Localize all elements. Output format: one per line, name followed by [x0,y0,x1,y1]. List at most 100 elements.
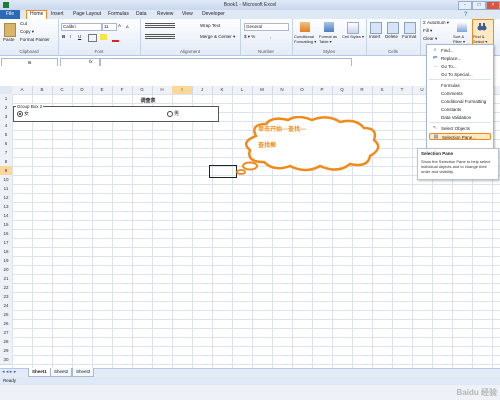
column-header-h[interactable]: H [152,86,173,94]
row-header-30[interactable]: 30 [0,355,12,365]
clear-button[interactable]: Clear ▾ [423,36,437,42]
active-cell[interactable] [209,165,237,178]
close-button[interactable]: × [486,1,500,10]
help-icon[interactable]: ? [464,12,467,18]
radio-female-label[interactable]: 女 [24,110,29,117]
find-select-button[interactable]: Find & Select ▾ [473,34,491,44]
column-header-f[interactable]: F [112,86,133,94]
column-header-a[interactable]: A [12,86,33,94]
column-header-l[interactable]: L [232,86,253,94]
font-label: Font [94,49,104,54]
menu-item-find[interactable]: ⌕ Find... [429,47,491,54]
menu-item-formulas[interactable]: Formulas [429,82,491,89]
tab-file[interactable]: File [0,10,20,19]
format-table-button[interactable]: Format as Table ▾ [319,34,341,44]
column-header-p[interactable]: P [312,86,333,94]
sort-filter-icon[interactable] [457,22,467,32]
menu-item-goto-special[interactable]: Go To Special... [429,71,491,78]
sheet-nav-arrows[interactable]: ◂ ◂ ▸ ▸ [2,369,16,375]
column-header-d[interactable]: D [72,86,93,94]
wrap-text-button[interactable]: Wrap Text [200,23,220,28]
tab-view[interactable]: View [182,11,193,18]
sheet-tab-1[interactable]: Sheet1 [28,368,51,377]
menu-item-select-objects[interactable]: ↖ Select Objects [429,125,491,132]
column-header-k[interactable]: K [212,86,233,94]
menu-item-selection-pane[interactable]: ▤ Selection Pane... [429,133,491,140]
radio-female-circle[interactable] [17,111,23,117]
cut-button[interactable]: Cut [20,21,27,26]
tab-review[interactable]: Review [157,11,173,18]
cell-styles-icon[interactable] [347,22,359,34]
column-header-j[interactable]: J [192,86,213,94]
column-header-m[interactable]: M [252,86,273,94]
select-all-corner[interactable] [0,86,12,94]
column-header-r[interactable]: R [352,86,373,94]
radio-male-label[interactable]: 男 [174,110,179,117]
merge-center-button[interactable]: Merge & Center ▾ [200,34,235,40]
cell-styles-button[interactable]: Cell Styles ▾ [342,34,364,39]
italic-button[interactable]: I [70,34,71,39]
radio-male-circle[interactable] [167,111,173,117]
autosum-button[interactable]: Σ AutoSum ▾ [423,20,449,26]
currency-button[interactable]: $ ▾ % [244,34,255,40]
tab-insert[interactable]: Insert [51,11,64,18]
column-header-s[interactable]: S [372,86,393,94]
menu-item-data-validation[interactable]: Data Validation [429,114,491,121]
paste-button[interactable]: Paste [3,37,15,42]
tab-developer[interactable]: Developer [202,11,225,18]
fill-color-icon[interactable] [100,34,107,40]
font-size-combo[interactable]: 11 [102,23,117,31]
underline-button[interactable]: U [78,34,81,39]
conditional-formatting-icon[interactable] [300,22,310,32]
menu-item-constants[interactable]: Constants [429,106,491,113]
insert-icon[interactable] [370,22,382,34]
menu-item-conditional-formatting[interactable]: Conditional Formatting [429,98,491,105]
sheet-tab-2[interactable]: Sheet2 [50,368,73,377]
column-header-g[interactable]: G [132,86,153,94]
format-icon[interactable] [404,22,416,34]
column-header-i[interactable]: I [172,86,193,94]
bottom-area [0,385,500,400]
maximize-button[interactable]: □ [472,1,486,10]
column-header-b[interactable]: B [32,86,53,94]
fill-button[interactable]: Fill ▾ [423,28,432,34]
menu-item-goto[interactable]: → Go To... [429,63,491,70]
styles-label: Styles [322,49,336,54]
tab-page-layout[interactable]: Page Layout [73,11,101,18]
tab-formulas[interactable]: Formulas [108,11,129,18]
column-header-t[interactable]: T [392,86,413,94]
insert-button[interactable]: Insert [369,34,380,39]
delete-button[interactable]: Delete [385,34,398,39]
column-header-c[interactable]: C [52,86,73,94]
comma-button[interactable]: , [270,34,271,39]
column-header-n[interactable]: N [272,86,293,94]
column-header-e[interactable]: E [92,86,113,94]
grow-font-button[interactable]: A [118,23,121,28]
border-icon[interactable] [88,34,97,42]
menu-item-replace[interactable]: ⇄ Replace... [429,55,491,62]
font-color-icon[interactable] [112,34,119,42]
format-painter-button[interactable]: Format Painter [20,37,50,42]
format-table-icon[interactable] [324,22,334,32]
shrink-font-button[interactable]: A [126,24,129,29]
bold-button[interactable]: B [62,34,65,39]
column-header-q[interactable]: Q [332,86,353,94]
format-button[interactable]: Format [402,34,416,39]
tab-data[interactable]: Data [136,11,147,18]
align-left-icons[interactable] [145,34,175,40]
group-box: Group Box 2 女 男 [13,104,219,122]
minimize-button[interactable]: - [458,1,472,10]
binoculars-icon[interactable] [477,22,487,32]
copy-button[interactable]: Copy ▾ [20,29,34,35]
sort-filter-button[interactable]: Sort & Filter ▾ [453,34,471,44]
group-box-label: Group Box 2 [16,104,44,109]
delete-icon[interactable] [387,22,399,34]
paste-icon[interactable] [4,23,16,37]
menu-item-comments[interactable]: Comments [429,90,491,97]
conditional-formatting-button[interactable]: Conditional Formatting ▾ [294,34,318,44]
font-name-combo[interactable]: Calibri [61,23,102,31]
column-header-o[interactable]: O [292,86,313,94]
sheet-tab-3[interactable]: Sheet3 [72,368,95,377]
number-format-combo[interactable]: General [244,23,289,31]
align-top-icons[interactable] [145,23,175,29]
